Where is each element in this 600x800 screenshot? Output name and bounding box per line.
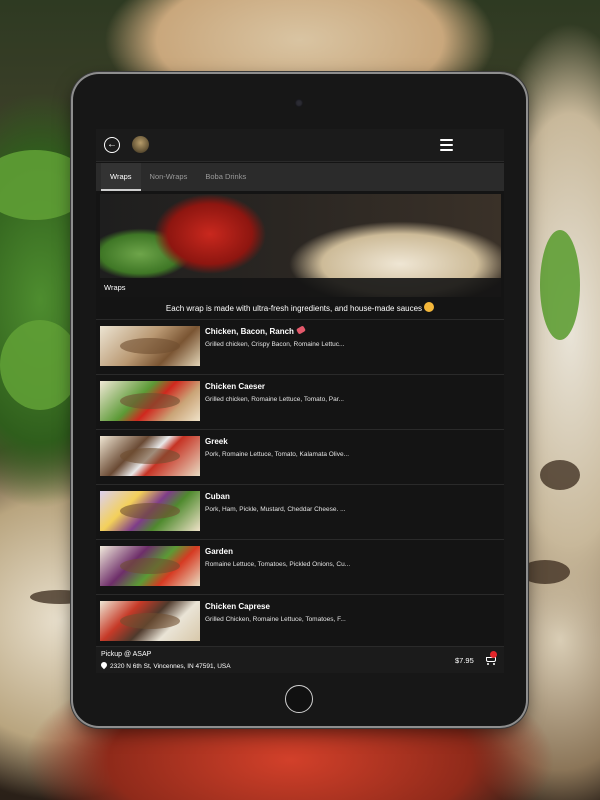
tab-boba-drinks[interactable]: Boba Drinks	[196, 163, 255, 191]
location-pin-icon	[99, 660, 109, 670]
app-screen: ← Wraps Non-Wraps Boba Drinks Wraps Each…	[96, 129, 504, 673]
menu-item-image	[100, 381, 200, 421]
category-tabs: Wraps Non-Wraps Boba Drinks	[96, 163, 504, 191]
cart-badge	[490, 651, 497, 658]
menu-item-description: Romaine Lettuce, Tomatoes, Pickled Onion…	[205, 561, 351, 568]
menu-item-list: Chicken, Bacon, Ranch Grilled chicken, C…	[96, 319, 504, 649]
menu-item-name: Chicken, Bacon, Ranch	[205, 325, 306, 336]
order-summary-bar: Pickup @ ASAP 2320 N 6th St, Vincennes, …	[96, 646, 504, 673]
pepper-icon	[295, 325, 306, 335]
address-text: 2320 N 6th St, Vincennes, IN 47591, USA	[110, 663, 231, 670]
pickup-time[interactable]: Pickup @ ASAP	[101, 651, 151, 658]
menu-item-description: Pork, Ham, Pickle, Mustard, Cheddar Chee…	[205, 506, 346, 513]
category-description: Each wrap is made with ultra-fresh ingre…	[96, 302, 504, 313]
tab-non-wraps[interactable]: Non-Wraps	[141, 163, 197, 191]
home-button[interactable]	[285, 685, 313, 713]
menu-item[interactable]: Garden Romaine Lettuce, Tomatoes, Pickle…	[96, 539, 504, 594]
sunglasses-emoji-icon	[424, 302, 435, 312]
top-bar: ←	[96, 129, 504, 162]
tab-wraps[interactable]: Wraps	[101, 163, 141, 191]
tablet-device-frame: ← Wraps Non-Wraps Boba Drinks Wraps Each…	[73, 74, 526, 726]
menu-item-name: Chicken Caprese	[205, 602, 270, 611]
menu-item[interactable]: Chicken Caeser Grilled chicken, Romaine …	[96, 374, 504, 429]
menu-item-image	[100, 601, 200, 641]
hero-caption: Wraps	[100, 278, 501, 297]
menu-item[interactable]: Cuban Pork, Ham, Pickle, Mustard, Chedda…	[96, 484, 504, 539]
restaurant-logo[interactable]	[132, 136, 149, 153]
menu-item-description: Grilled chicken, Crispy Bacon, Romaine L…	[205, 341, 345, 348]
menu-item-image	[100, 546, 200, 586]
menu-item[interactable]: Chicken Caprese Grilled Chicken, Romaine…	[96, 594, 504, 649]
pickup-address: 2320 N 6th St, Vincennes, IN 47591, USA	[99, 660, 231, 670]
menu-item-description: Grilled chicken, Romaine Lettuce, Tomato…	[205, 396, 344, 403]
hamburger-menu-icon[interactable]	[440, 139, 453, 151]
tagline-text: Each wrap is made with ultra-fresh ingre…	[165, 304, 423, 313]
menu-item[interactable]: Greek Pork, Romaine Lettuce, Tomato, Kal…	[96, 429, 504, 484]
shopping-cart-icon[interactable]	[485, 651, 497, 665]
menu-item-description: Grilled Chicken, Romaine Lettuce, Tomato…	[205, 616, 346, 623]
menu-item-image	[100, 436, 200, 476]
back-arrow-icon[interactable]: ←	[104, 137, 120, 153]
camera-icon	[295, 99, 303, 107]
menu-item[interactable]: Chicken, Bacon, Ranch Grilled chicken, C…	[96, 319, 504, 374]
menu-item-image	[100, 491, 200, 531]
menu-item-description: Pork, Romaine Lettuce, Tomato, Kalamata …	[205, 451, 350, 458]
menu-item-image	[100, 326, 200, 366]
menu-item-name: Greek	[205, 437, 228, 446]
category-hero-image: Wraps	[100, 194, 501, 297]
cart-total: $7.95	[455, 656, 474, 665]
menu-item-name: Garden	[205, 547, 234, 556]
menu-item-name: Cuban	[205, 492, 230, 501]
menu-item-name: Chicken Caeser	[205, 382, 266, 391]
